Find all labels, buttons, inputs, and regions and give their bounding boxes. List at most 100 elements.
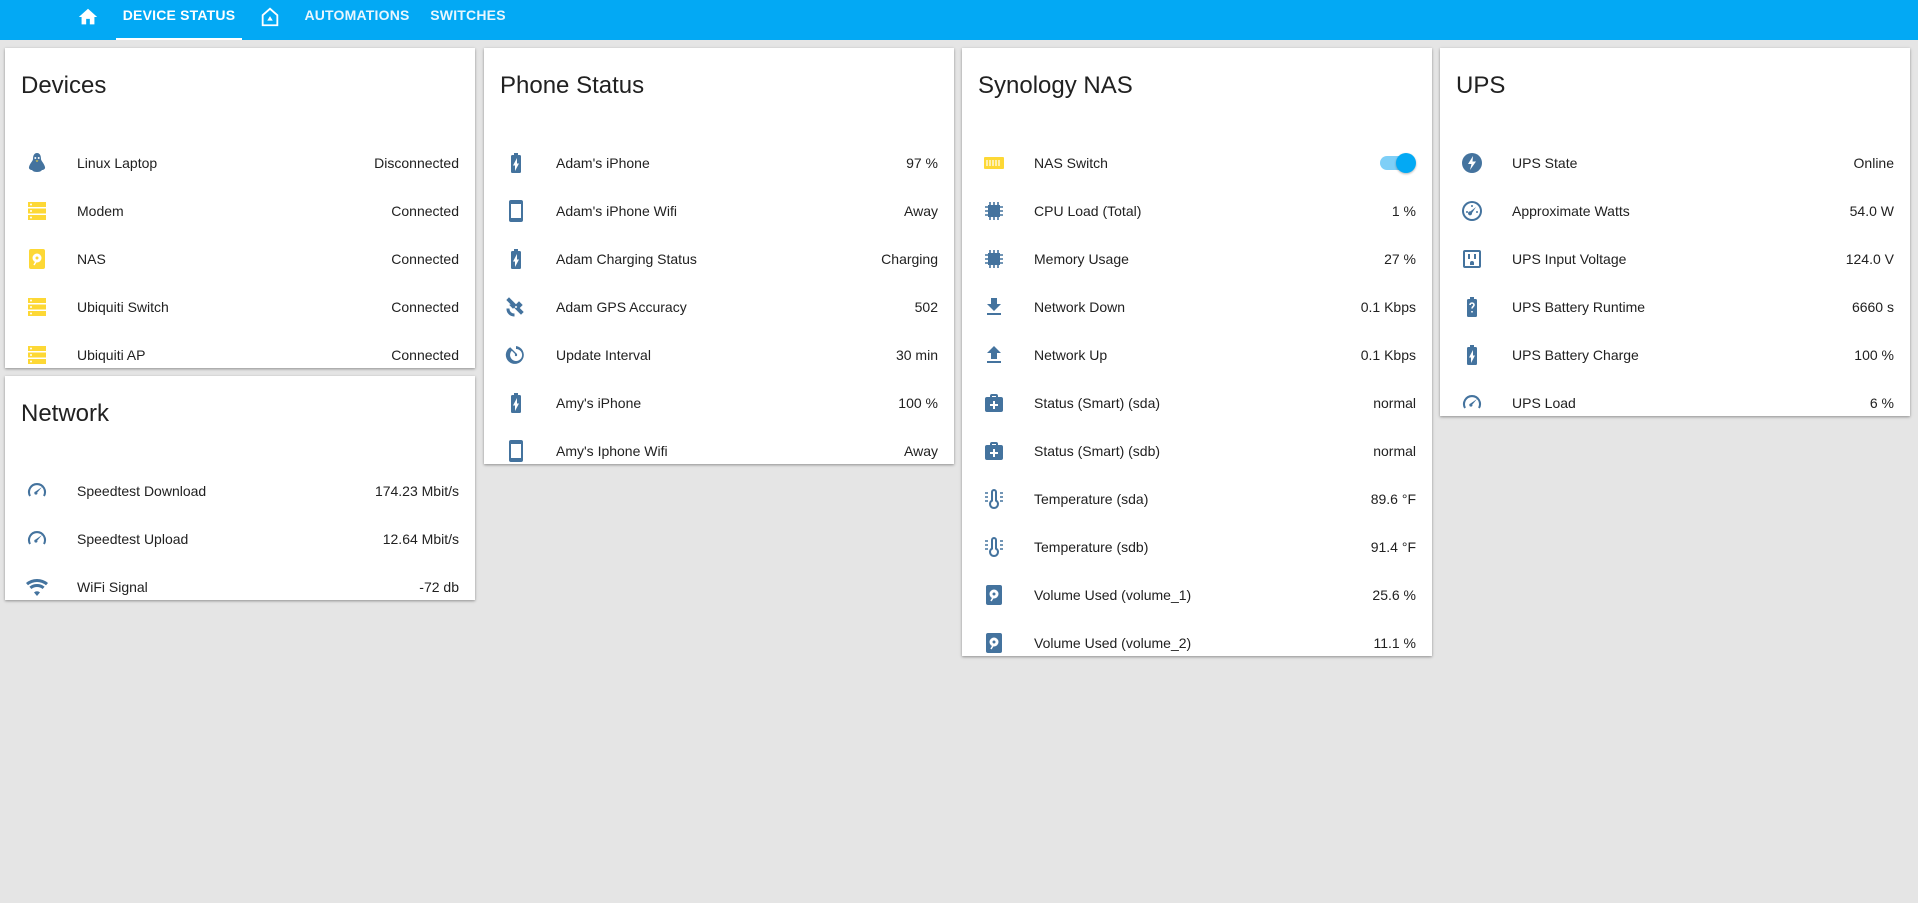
row-value: 0.1 Kbps <box>1360 347 1416 363</box>
list-item-ups-load[interactable]: UPS Load 6 % <box>1456 379 1894 427</box>
row-value: 6 % <box>1869 395 1894 411</box>
gauge-icon <box>1460 199 1484 223</box>
harddisk-icon <box>25 247 49 271</box>
row-label: Volume Used (volume_2) <box>1034 635 1192 651</box>
list-item-wifi-signal[interactable]: WiFi Signal -72 db <box>21 563 459 611</box>
row-value: normal <box>1373 443 1416 459</box>
row-value: -72 db <box>419 579 459 595</box>
list-item-amys-iphone[interactable]: Amy's iPhone 100 % <box>500 379 938 427</box>
list-item-adam-gps-accuracy[interactable]: Adam GPS Accuracy 502 <box>500 283 938 331</box>
timer-icon <box>504 343 528 367</box>
list-item-amys-iphone-wifi[interactable]: Amy's Iphone Wifi Away <box>500 427 938 475</box>
list-item-cpu-load[interactable]: CPU Load (Total) 1 % <box>978 187 1416 235</box>
row-value: 11.1 % <box>1373 635 1416 651</box>
row-value: 12.64 Mbit/s <box>382 531 459 547</box>
list-item-volume-used-2[interactable]: Volume Used (volume_2) 11.1 % <box>978 619 1416 667</box>
row-value: 89.6 °F <box>1370 491 1416 507</box>
wifi-icon <box>25 575 49 599</box>
power-socket-icon <box>1460 247 1484 271</box>
nas-icon <box>982 151 1006 175</box>
list-item-ups-input-voltage[interactable]: UPS Input Voltage 124.0 V <box>1456 235 1894 283</box>
row-value: 25.6 % <box>1372 587 1416 603</box>
list-item-volume-used-1[interactable]: Volume Used (volume_1) 25.6 % <box>978 571 1416 619</box>
harddisk-icon <box>982 631 1006 655</box>
list-item-adams-iphone[interactable]: Adam's iPhone 97 % <box>500 139 938 187</box>
row-label: Modem <box>77 203 124 219</box>
ups-card: UPS UPS State Online Approximate Watts 5… <box>1440 48 1910 416</box>
speedometer-icon <box>25 527 49 551</box>
row-value: 100 % <box>898 395 938 411</box>
row-value: Away <box>904 203 938 219</box>
battery-charging-icon <box>504 247 528 271</box>
row-label: Temperature (sdb) <box>1034 539 1149 555</box>
row-label: CPU Load (Total) <box>1034 203 1142 219</box>
row-label: Ubiquiti AP <box>77 347 146 363</box>
list-item-adam-charging-status[interactable]: Adam Charging Status Charging <box>500 235 938 283</box>
nas-switch-toggle[interactable] <box>1376 153 1416 173</box>
list-item-speedtest-download[interactable]: Speedtest Download 174.23 Mbit/s <box>21 467 459 515</box>
row-value: Away <box>904 443 938 459</box>
speedometer-icon <box>1460 391 1484 415</box>
row-label: Approximate Watts <box>1512 203 1630 219</box>
row-label: Volume Used (volume_1) <box>1034 587 1192 603</box>
linux-icon <box>25 151 49 175</box>
phone-status-card: Phone Status Adam's iPhone 97 % Adam's i… <box>484 48 954 464</box>
list-item-temperature-sda[interactable]: Temperature (sda) 89.6 °F <box>978 475 1416 523</box>
harddisk-icon <box>982 583 1006 607</box>
row-value: Connected <box>391 347 459 363</box>
list-item-temperature-sdb[interactable]: Temperature (sdb) 91.4 °F <box>978 523 1416 571</box>
row-label: Speedtest Upload <box>77 531 189 547</box>
list-item-status-smart-sdb[interactable]: Status (Smart) (sdb) normal <box>978 427 1416 475</box>
row-value: 97 % <box>906 155 938 171</box>
list-item-nas[interactable]: NAS Connected <box>21 235 459 283</box>
list-item-ups-state[interactable]: UPS State Online <box>1456 139 1894 187</box>
row-value: 6660 s <box>1851 299 1894 315</box>
server-icon <box>25 343 49 367</box>
list-item-ubiquiti-switch[interactable]: Ubiquiti Switch Connected <box>21 283 459 331</box>
tab-label: DEVICE STATUS <box>122 7 236 23</box>
row-label: Adam's iPhone <box>556 155 650 171</box>
list-item-network-up[interactable]: Network Up 0.1 Kbps <box>978 331 1416 379</box>
row-label: Speedtest Download <box>77 483 207 499</box>
tab-home[interactable] <box>68 0 108 40</box>
list-item-update-interval[interactable]: Update Interval 30 min <box>500 331 938 379</box>
list-item-memory-usage[interactable]: Memory Usage 27 % <box>978 235 1416 283</box>
row-value: normal <box>1373 395 1416 411</box>
chip-icon <box>982 199 1006 223</box>
row-label: Amy's Iphone Wifi <box>556 443 668 459</box>
memory-icon <box>982 247 1006 271</box>
battery-charging-icon <box>504 151 528 175</box>
card-title: UPS <box>1456 72 1506 99</box>
row-value: 91.4 °F <box>1370 539 1416 555</box>
list-item-status-smart-sda[interactable]: Status (Smart) (sda) normal <box>978 379 1416 427</box>
list-item-linux-laptop[interactable]: Linux Laptop Disconnected <box>21 139 459 187</box>
list-item-modem[interactable]: Modem Connected <box>21 187 459 235</box>
row-value: Disconnected <box>374 155 459 171</box>
home-icon <box>78 8 98 25</box>
list-item-ups-battery-runtime[interactable]: UPS Battery Runtime 6660 s <box>1456 283 1894 331</box>
row-label: WiFi Signal <box>77 579 148 595</box>
tab-automations[interactable]: AUTOMATIONS <box>304 0 410 40</box>
list-item-ups-battery-charge[interactable]: UPS Battery Charge 100 % <box>1456 331 1894 379</box>
thermometer-icon <box>982 487 1006 511</box>
list-item-network-down[interactable]: Network Down 0.1 Kbps <box>978 283 1416 331</box>
medical-bag-icon <box>982 439 1006 463</box>
row-value: Connected <box>391 251 459 267</box>
tab-switches[interactable]: SWITCHES <box>428 0 508 40</box>
tab-device-status[interactable]: DEVICE STATUS <box>116 0 242 40</box>
row-value: 27 % <box>1384 251 1416 267</box>
card-title: Phone Status <box>500 72 645 99</box>
upload-icon <box>982 343 1006 367</box>
row-label: Adam GPS Accuracy <box>556 299 687 315</box>
list-item-speedtest-upload[interactable]: Speedtest Upload 12.64 Mbit/s <box>21 515 459 563</box>
battery-charging-icon <box>504 391 528 415</box>
list-item-approximate-watts[interactable]: Approximate Watts 54.0 W <box>1456 187 1894 235</box>
list-item-adams-iphone-wifi[interactable]: Adam's iPhone Wifi Away <box>500 187 938 235</box>
row-label: Linux Laptop <box>77 155 158 171</box>
list-item-ubiquiti-ap[interactable]: Ubiquiti AP Connected <box>21 331 459 379</box>
row-value: Connected <box>391 203 459 219</box>
tab-home-automation[interactable] <box>250 0 290 40</box>
row-label: Temperature (sda) <box>1034 491 1149 507</box>
toggle-knob <box>1396 153 1416 173</box>
row-label: Update Interval <box>556 347 651 363</box>
